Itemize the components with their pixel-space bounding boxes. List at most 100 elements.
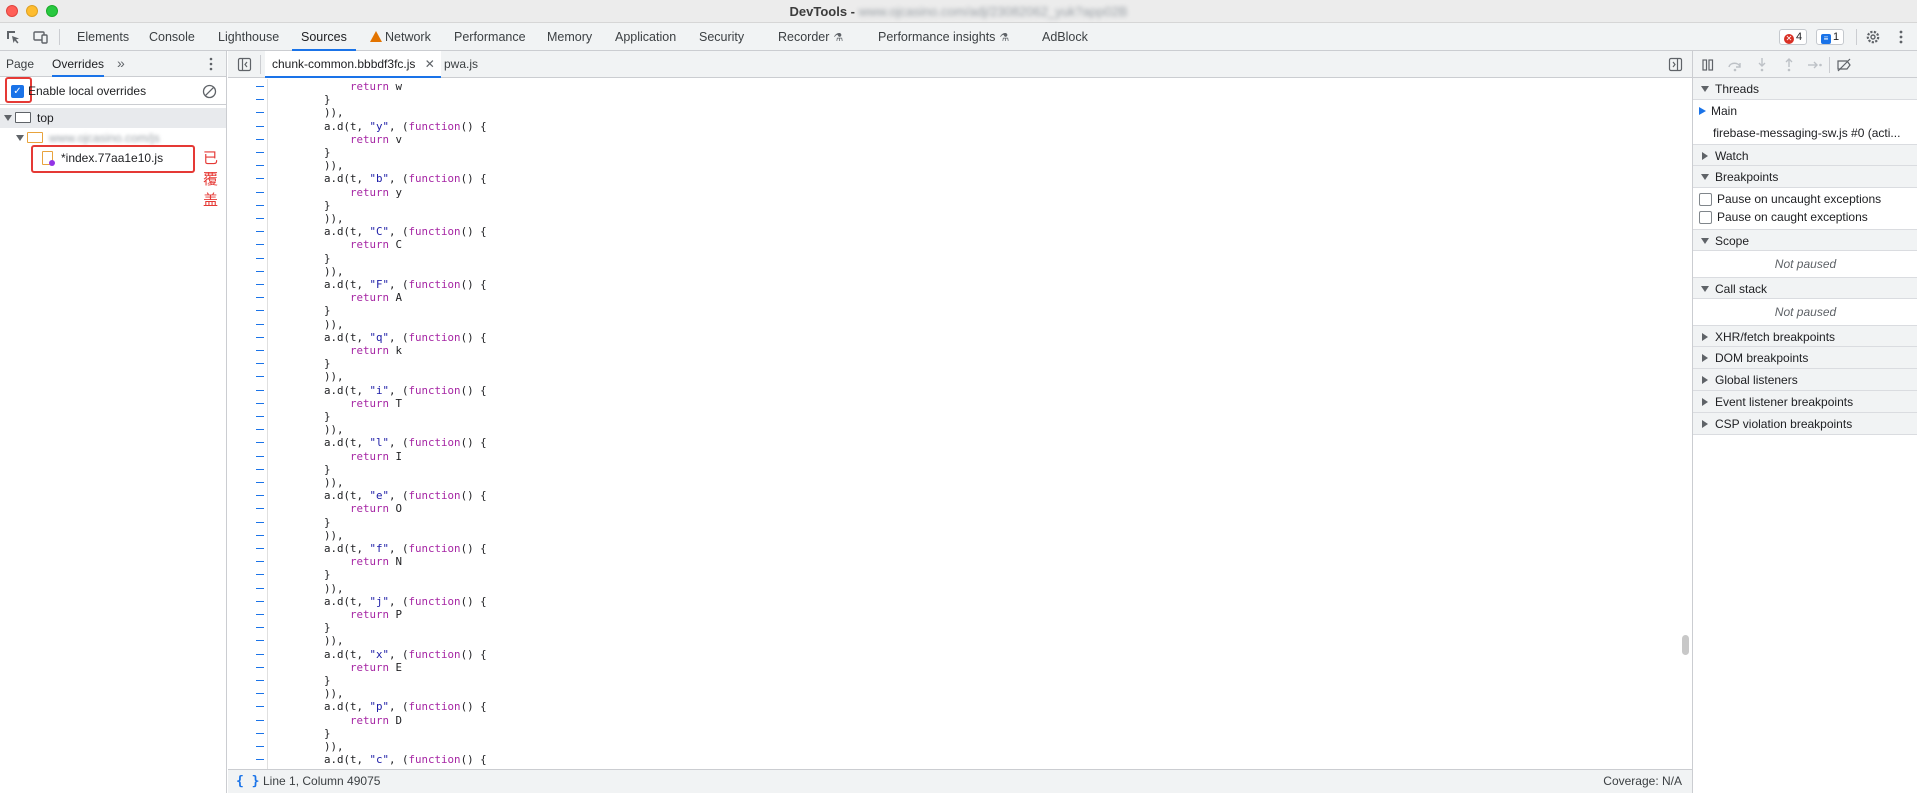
code-line[interactable]: } [272, 727, 331, 740]
step-over-icon[interactable] [1727, 57, 1743, 73]
thread-service-worker[interactable]: firebase-messaging-sw.js #0 (acti... [1693, 122, 1917, 144]
pretty-print-icon[interactable]: { } [236, 770, 259, 793]
code-line[interactable]: )), [272, 740, 344, 753]
line-gutter[interactable] [228, 79, 268, 769]
code-line[interactable]: return I [272, 450, 402, 463]
tab-memory[interactable]: Memory [538, 23, 601, 51]
code-line[interactable]: )), [272, 476, 344, 489]
code-line[interactable]: return N [272, 555, 402, 568]
code-line[interactable]: a.d(t, "e", (function() { [272, 489, 487, 502]
expand-arrow-icon[interactable] [4, 115, 12, 121]
step-into-icon[interactable] [1754, 57, 1770, 73]
code-line[interactable]: )), [272, 634, 344, 647]
message-count-badge[interactable]: ≡ 1 [1816, 29, 1845, 45]
code-line[interactable]: a.d(t, "C", (function() { [272, 225, 487, 238]
navigator-tab-overrides[interactable]: Overrides [52, 51, 105, 77]
code-line[interactable]: a.d(t, "i", (function() { [272, 384, 487, 397]
pause-uncaught-checkbox[interactable] [1699, 193, 1712, 206]
code-line[interactable]: )), [272, 582, 344, 595]
tab-performance[interactable]: Performance [445, 23, 535, 51]
clear-overrides-icon[interactable] [202, 84, 217, 99]
section-call-stack[interactable]: Call stack [1693, 277, 1917, 299]
section-threads[interactable]: Threads [1693, 78, 1917, 100]
code-line[interactable]: a.d(t, "b", (function() { [272, 172, 487, 185]
close-tab-icon[interactable]: ✕ [425, 57, 435, 71]
code-line[interactable]: a.d(t, "f", (function() { [272, 542, 487, 555]
code-line[interactable]: return C [272, 238, 402, 251]
code-line[interactable]: )), [272, 687, 344, 700]
navigator-menu-icon[interactable] [203, 56, 219, 72]
tab-elements[interactable]: Elements [68, 23, 138, 51]
code-line[interactable]: a.d(t, "y", (function() { [272, 120, 487, 133]
code-line[interactable]: } [272, 410, 331, 423]
tree-item-top[interactable]: top [0, 108, 226, 128]
step-icon[interactable] [1807, 57, 1823, 73]
code-line[interactable]: } [272, 93, 331, 106]
tab-network[interactable]: Network [361, 23, 440, 51]
section-csp-breakpoints[interactable]: CSP violation breakpoints [1693, 413, 1917, 435]
code-line[interactable]: a.d(t, "c", (function() { [272, 753, 487, 766]
code-line[interactable]: } [272, 146, 331, 159]
code-line[interactable]: a.d(t, "l", (function() { [272, 436, 487, 449]
code-line[interactable]: } [272, 357, 331, 370]
pause-caught-checkbox[interactable] [1699, 211, 1712, 224]
tab-security[interactable]: Security [690, 23, 753, 51]
code-line[interactable]: return y [272, 186, 402, 199]
code-line[interactable]: return v [272, 133, 402, 146]
code-line[interactable]: } [272, 463, 331, 476]
code-line[interactable]: return O [272, 502, 402, 515]
pause-caught-row[interactable]: Pause on caught exceptions [1693, 206, 1917, 228]
code-line[interactable]: return A [272, 291, 402, 304]
code-line[interactable]: )), [272, 159, 344, 172]
code-line[interactable]: return D [272, 714, 402, 727]
code-line[interactable]: a.d(t, "x", (function() { [272, 648, 487, 661]
code-line[interactable]: return k [272, 344, 402, 357]
section-watch[interactable]: Watch [1693, 144, 1917, 166]
code-line[interactable]: a.d(t, "F", (function() { [272, 278, 487, 291]
toggle-debugger-icon[interactable] [1668, 57, 1683, 72]
editor-tab-pwa[interactable]: pwa.js [436, 51, 486, 78]
code-line[interactable]: )), [272, 106, 344, 119]
code-line[interactable]: return E [272, 661, 402, 674]
code-line[interactable]: return w [272, 80, 402, 93]
step-out-icon[interactable] [1781, 57, 1797, 73]
deactivate-breakpoints-icon[interactable] [1836, 57, 1852, 73]
section-breakpoints[interactable]: Breakpoints [1693, 166, 1917, 188]
code-line[interactable]: } [272, 304, 331, 317]
code-line[interactable]: } [272, 252, 331, 265]
tab-recorder[interactable]: Recorder ⚗ [769, 23, 852, 51]
vertical-scrollbar[interactable] [1682, 635, 1689, 655]
code-line[interactable]: )), [272, 370, 344, 383]
code-line[interactable]: )), [272, 529, 344, 542]
more-tabs-chevron-icon[interactable]: » [117, 55, 125, 71]
tab-application[interactable]: Application [606, 23, 685, 51]
tab-sources[interactable]: Sources [292, 23, 356, 51]
editor-tab-chunk-common[interactable]: chunk-common.bbbdf3fc.js ✕ [265, 51, 441, 78]
error-count-badge[interactable]: ✕ 4 [1779, 29, 1808, 45]
code-line[interactable]: )), [272, 423, 344, 436]
thread-main[interactable]: Main [1693, 100, 1917, 122]
code-area[interactable]: return w } )), a.d(t, "y", (function() {… [228, 79, 1692, 769]
code-line[interactable]: } [272, 674, 331, 687]
expand-arrow-icon[interactable] [16, 135, 24, 141]
settings-gear-icon[interactable] [1864, 28, 1882, 46]
code-line[interactable]: a.d(t, "q", (function() { [272, 331, 487, 344]
code-line[interactable]: return P [272, 608, 402, 621]
pause-resume-icon[interactable] [1701, 57, 1717, 73]
device-toolbar-icon[interactable] [31, 28, 49, 46]
code-line[interactable]: )), [272, 265, 344, 278]
coverage-status[interactable]: Coverage: N/A [1603, 770, 1682, 793]
tab-lighthouse[interactable]: Lighthouse [209, 23, 288, 51]
code-line[interactable]: } [272, 199, 331, 212]
inspect-element-icon[interactable] [4, 28, 22, 46]
section-xhr-breakpoints[interactable]: XHR/fetch breakpoints [1693, 325, 1917, 347]
section-scope[interactable]: Scope [1693, 229, 1917, 251]
tab-adblock[interactable]: AdBlock [1033, 23, 1097, 51]
section-global-listeners[interactable]: Global listeners [1693, 369, 1917, 391]
tab-console[interactable]: Console [140, 23, 204, 51]
code-line[interactable]: a.d(t, "p", (function() { [272, 700, 487, 713]
more-options-icon[interactable] [1892, 28, 1910, 46]
section-event-listener-breakpoints[interactable]: Event listener breakpoints [1693, 391, 1917, 413]
code-line[interactable]: return T [272, 397, 402, 410]
code-line[interactable]: } [272, 516, 331, 529]
